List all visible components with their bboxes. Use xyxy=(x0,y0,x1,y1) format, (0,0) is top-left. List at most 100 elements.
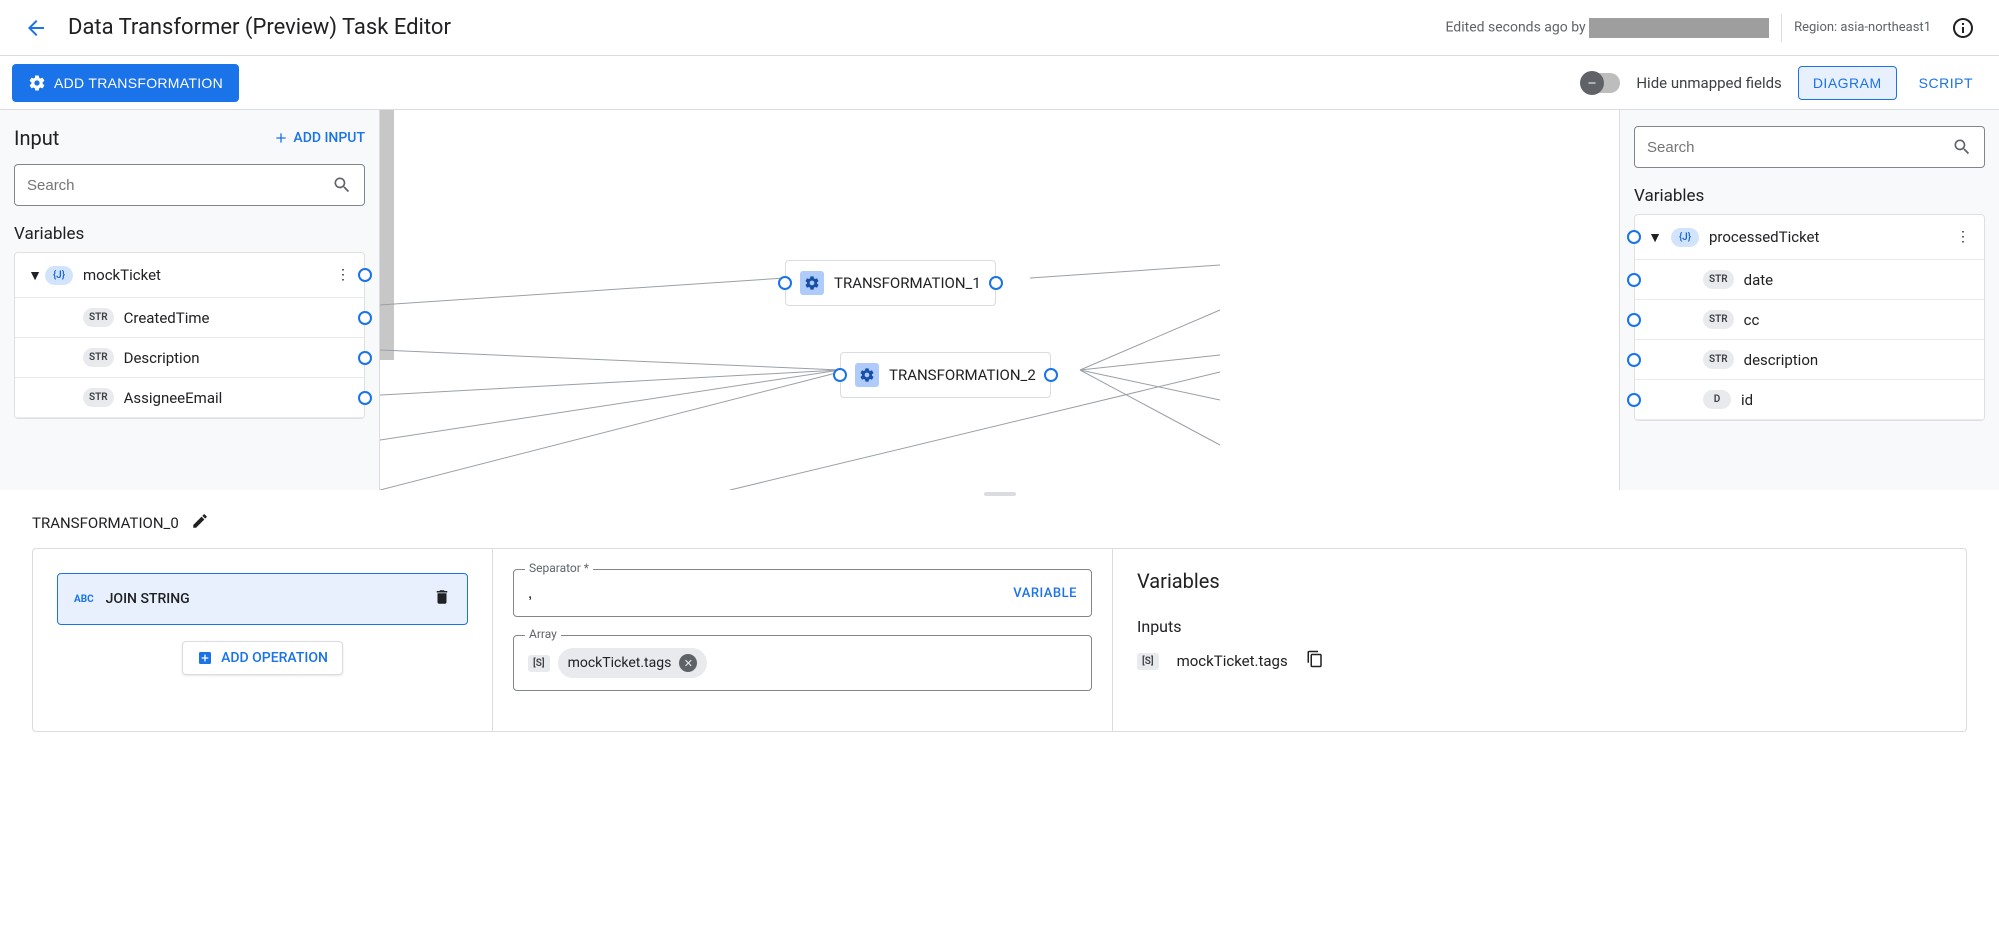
type-badge: STR xyxy=(83,308,114,327)
more-icon[interactable]: ⋮ xyxy=(1952,225,1974,249)
output-port[interactable] xyxy=(358,268,372,282)
canvas[interactable]: TRANSFORMATION_1 TRANSFORMATION_2 xyxy=(380,110,1619,490)
type-badge-json: {J} xyxy=(45,266,73,285)
input-port[interactable] xyxy=(1627,393,1641,407)
info-button[interactable] xyxy=(1943,8,1983,48)
array-type-badge: [S] xyxy=(528,655,550,672)
output-port[interactable] xyxy=(1044,368,1058,382)
separator-field: Separator * VARIABLE xyxy=(513,569,1092,617)
output-var-child[interactable]: STR date xyxy=(1635,260,1984,300)
type-badge: STR xyxy=(1703,350,1734,369)
add-transformation-button[interactable]: ADD TRANSFORMATION xyxy=(12,64,239,102)
more-icon[interactable]: ⋮ xyxy=(332,263,354,287)
diagram-view-button[interactable]: DIAGRAM xyxy=(1798,66,1897,100)
header-right: Edited seconds ago by Region: asia-north… xyxy=(1445,8,1983,48)
variables-heading: Variables xyxy=(1137,569,1942,593)
edit-button[interactable] xyxy=(191,512,209,534)
script-view-button[interactable]: SCRIPT xyxy=(1905,67,1987,99)
back-button[interactable] xyxy=(16,8,56,48)
bottom-content: ABC JOIN STRING ADD OPERATION Separator … xyxy=(0,548,1999,748)
transformation-node-2[interactable]: TRANSFORMATION_2 xyxy=(840,352,1051,398)
array-chip[interactable]: mockTicket.tags ✕ xyxy=(558,648,708,678)
toolbar-right: Hide unmapped fields DIAGRAM SCRIPT xyxy=(1584,66,1987,100)
var-name: CreatedTime xyxy=(124,309,354,327)
output-var-child[interactable]: D id xyxy=(1635,380,1984,420)
copy-icon xyxy=(1306,650,1324,668)
output-port[interactable] xyxy=(989,276,1003,290)
input-var-root[interactable]: ▼ {J} mockTicket ⋮ xyxy=(15,253,364,298)
search-icon xyxy=(332,175,352,195)
input-port[interactable] xyxy=(1627,273,1641,287)
var-name: processedTicket xyxy=(1709,228,1952,246)
input-var-child[interactable]: STR CreatedTime xyxy=(15,298,364,338)
input-port[interactable] xyxy=(1627,313,1641,327)
separator-input-box[interactable]: VARIABLE xyxy=(513,569,1092,617)
output-port[interactable] xyxy=(358,351,372,365)
array-input-box[interactable]: [S] mockTicket.tags ✕ xyxy=(513,635,1092,691)
copy-button[interactable] xyxy=(1306,650,1324,672)
divider xyxy=(1781,14,1782,42)
scrollbar[interactable] xyxy=(380,110,394,360)
input-var-child[interactable]: STR AssigneeEmail xyxy=(15,378,364,418)
add-input-button[interactable]: ADD INPUT xyxy=(273,130,365,146)
var-name: mockTicket xyxy=(83,266,332,284)
output-search-input[interactable] xyxy=(1647,139,1952,156)
edges-layer xyxy=(380,110,1619,490)
output-var-child[interactable]: STR cc xyxy=(1635,300,1984,340)
output-port[interactable] xyxy=(358,311,372,325)
output-panel: Variables ▼ {J} processedTicket ⋮ STR da… xyxy=(1619,110,1999,490)
var-item-name: mockTicket.tags xyxy=(1177,652,1288,670)
drag-handle[interactable] xyxy=(0,490,1999,498)
array-label: Array xyxy=(525,627,561,641)
add-operation-button[interactable]: ADD OPERATION xyxy=(182,641,343,675)
type-badge: STR xyxy=(1703,270,1734,289)
toolbar: ADD TRANSFORMATION Hide unmapped fields … xyxy=(0,56,1999,110)
var-type-badge: [S] xyxy=(1137,653,1159,670)
type-badge: D xyxy=(1703,390,1731,409)
input-port[interactable] xyxy=(778,276,792,290)
input-variables-title: Variables xyxy=(14,224,365,244)
inputs-heading: Inputs xyxy=(1137,617,1942,636)
var-name: AssigneeEmail xyxy=(124,389,354,407)
gear-icon xyxy=(28,74,46,92)
separator-input[interactable] xyxy=(528,585,1013,602)
delete-operation-button[interactable] xyxy=(433,588,451,610)
input-var-child[interactable]: STR Description xyxy=(15,338,364,378)
output-port[interactable] xyxy=(358,391,372,405)
operation-name: JOIN STRING xyxy=(106,591,421,607)
gear-icon xyxy=(800,271,824,295)
variable-link[interactable]: VARIABLE xyxy=(1013,586,1077,601)
input-search-input[interactable] xyxy=(27,177,332,194)
chip-label: mockTicket.tags xyxy=(568,655,672,671)
edited-by-text: Edited seconds ago by xyxy=(1445,18,1769,38)
operation-card[interactable]: ABC JOIN STRING xyxy=(57,573,468,625)
input-port[interactable] xyxy=(1627,353,1641,367)
transformation-node-1[interactable]: TRANSFORMATION_1 xyxy=(785,260,996,306)
hide-unmapped-toggle[interactable] xyxy=(1584,73,1620,93)
variables-column: Variables Inputs [S] mockTicket.tags xyxy=(1112,548,1967,732)
pencil-icon xyxy=(191,512,209,530)
separator-label: Separator * xyxy=(525,561,593,575)
variable-item: [S] mockTicket.tags xyxy=(1137,650,1942,672)
chevron-down-icon[interactable]: ▼ xyxy=(25,267,45,284)
type-badge: STR xyxy=(83,388,114,407)
chip-remove-button[interactable]: ✕ xyxy=(679,654,697,672)
array-field: Array [S] mockTicket.tags ✕ xyxy=(513,635,1092,691)
header: Data Transformer (Preview) Task Editor E… xyxy=(0,0,1999,56)
var-name: Description xyxy=(124,349,354,367)
redacted-user xyxy=(1589,18,1769,38)
bottom-header: TRANSFORMATION_0 xyxy=(0,498,1999,548)
var-name: date xyxy=(1744,271,1974,289)
page-title: Data Transformer (Preview) Task Editor xyxy=(68,15,451,40)
plus-icon xyxy=(273,130,289,146)
main-area: Input ADD INPUT Variables ▼ {J} mockTick… xyxy=(0,110,1999,490)
input-search-box[interactable] xyxy=(14,164,365,206)
input-port[interactable] xyxy=(833,368,847,382)
arrow-left-icon xyxy=(24,16,48,40)
input-panel: Input ADD INPUT Variables ▼ {J} mockTick… xyxy=(0,110,380,490)
output-var-root[interactable]: ▼ {J} processedTicket ⋮ xyxy=(1635,215,1984,260)
output-search-box[interactable] xyxy=(1634,126,1985,168)
chevron-down-icon[interactable]: ▼ xyxy=(1645,229,1665,246)
output-var-child[interactable]: STR description xyxy=(1635,340,1984,380)
input-port[interactable] xyxy=(1627,230,1641,244)
